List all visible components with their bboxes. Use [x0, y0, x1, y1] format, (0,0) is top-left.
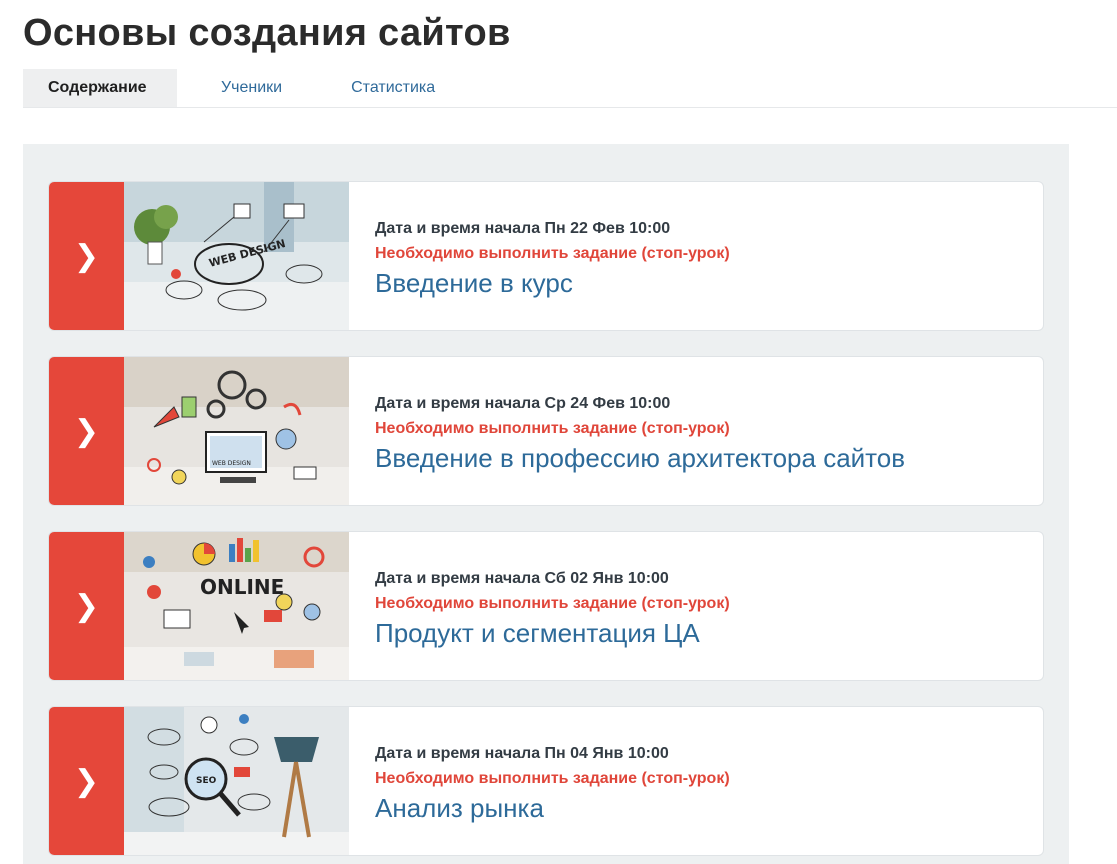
lesson-card[interactable]: ❯ ONLINE Дата и время начала Сб 02 Янв 1…	[48, 531, 1044, 681]
lesson-title[interactable]: Введение в курс	[375, 267, 730, 299]
lesson-thumbnail: SEO	[124, 707, 349, 855]
lesson-date: Дата и время начала Ср 24 Фев 10:00	[375, 395, 671, 412]
lesson-card[interactable]: ❯ WEB DESIGN	[48, 356, 1044, 506]
page-title: Основы создания сайтов	[23, 12, 511, 54]
lesson-info: Дата и время начала Пн 04 Янв 10:00 Необ…	[349, 707, 730, 855]
lesson-list: ❯ WEB DESIGN Дата и время начала Пн 22 Ф…	[23, 144, 1069, 864]
lesson-card[interactable]: ❯ WEB DESIGN	[48, 181, 1044, 331]
chevron-right-icon[interactable]: ❯	[49, 532, 124, 680]
lesson-title[interactable]: Введение в профессию архитектора сайтов	[375, 442, 905, 474]
lesson-info: Дата и время начала Пн 22 Фев 10:00 Необ…	[349, 182, 730, 330]
tab-bar: Содержание Ученики Статистика	[23, 69, 1117, 108]
computer-gears-sketch-icon: WEB DESIGN	[124, 357, 349, 505]
chevron-right-icon[interactable]: ❯	[49, 182, 124, 330]
lesson-warning: Необходимо выполнить задание (стоп-урок)	[375, 595, 730, 612]
lesson-warning: Необходимо выполнить задание (стоп-урок)	[375, 770, 730, 787]
web-design-sketch-icon: WEB DESIGN	[124, 182, 349, 330]
lesson-thumbnail: WEB DESIGN	[124, 357, 349, 505]
chevron-right-icon[interactable]: ❯	[49, 357, 124, 505]
tab-statistics[interactable]: Статистика	[315, 69, 460, 107]
lesson-info: Дата и время начала Ср 24 Фев 10:00 Необ…	[349, 357, 905, 505]
seo-magnifier-sketch-icon: SEO	[124, 707, 349, 855]
online-marketing-sketch-icon: ONLINE	[124, 532, 349, 680]
lesson-date: Дата и время начала Сб 02 Янв 10:00	[375, 570, 669, 587]
lesson-warning: Необходимо выполнить задание (стоп-урок)	[375, 420, 730, 437]
lesson-title[interactable]: Продукт и сегментация ЦА	[375, 617, 730, 649]
lesson-info: Дата и время начала Сб 02 Янв 10:00 Необ…	[349, 532, 730, 680]
lesson-thumbnail: ONLINE	[124, 532, 349, 680]
thumb-label: ONLINE	[200, 575, 284, 599]
lesson-thumbnail: WEB DESIGN	[124, 182, 349, 330]
tab-content[interactable]: Содержание	[23, 69, 177, 107]
thumb-label: SEO	[196, 776, 217, 786]
chevron-right-icon[interactable]: ❯	[49, 707, 124, 855]
lesson-title[interactable]: Анализ рынка	[375, 792, 730, 824]
lesson-warning: Необходимо выполнить задание (стоп-урок)	[375, 245, 730, 262]
tab-students[interactable]: Ученики	[177, 69, 315, 107]
lesson-card[interactable]: ❯ SEO Дата и время начала Пн 04 Янв 10:0…	[48, 706, 1044, 856]
lesson-date: Дата и время начала Пн 22 Фев 10:00	[375, 220, 671, 237]
lesson-date: Дата и время начала Пн 04 Янв 10:00	[375, 745, 669, 762]
thumb-label: WEB DESIGN	[212, 460, 251, 467]
